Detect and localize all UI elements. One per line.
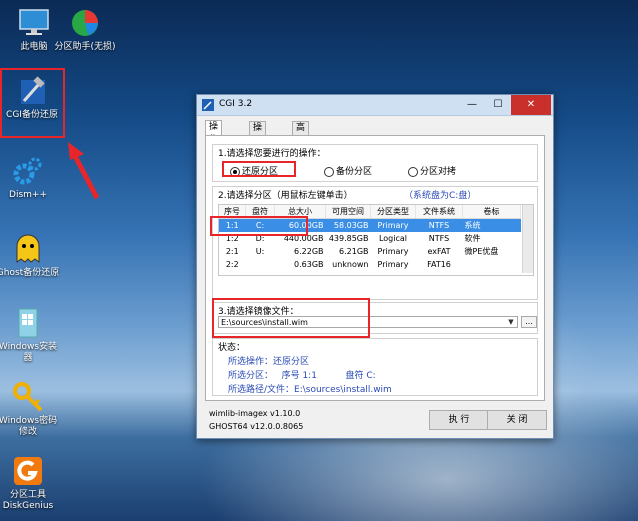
cell-label	[463, 258, 521, 271]
status-path: 所选路径/文件：E:\sources\install.wim	[228, 385, 392, 395]
desktop-icon-label: Windows安装器	[0, 342, 58, 363]
gears-icon	[11, 154, 45, 188]
radio-copy-partition[interactable]: 分区对拷	[408, 164, 456, 177]
desktop-icon-label: 分区助手(无损)	[54, 42, 116, 52]
cell-free: 6.21GB	[339, 247, 369, 256]
cell-type: Primary	[370, 218, 416, 232]
desktop-icon-ghost[interactable]: Ghost备份还原	[0, 232, 60, 279]
col-filesystem[interactable]: 文件系统	[415, 205, 463, 219]
desktop-icon-label: Ghost备份还原	[0, 268, 60, 278]
highlight-image-path	[212, 298, 370, 338]
cell-type: Primary	[377, 260, 409, 269]
partition-table: 序号 盘符 总大小 可用空间 分区类型 文件系统 卷标 1:1 C: 60.00…	[219, 205, 521, 271]
close-window-button[interactable]: ✕	[511, 95, 551, 115]
computer-icon	[17, 6, 51, 40]
cell-filesystem: exFAT	[427, 247, 451, 256]
radio-dot	[324, 166, 334, 177]
cell-free: 58.03GB	[325, 218, 371, 232]
cell-label: 软件	[464, 234, 481, 243]
cell-label: 系统	[462, 218, 521, 232]
diskgenius-icon	[11, 454, 45, 488]
close-button[interactable]: 关 闭	[487, 410, 547, 430]
cell-free: unknown	[332, 260, 369, 269]
cell-index: 2:2	[225, 260, 239, 269]
desktop-icon-diskgenius[interactable]: 分区工具DiskGenius	[0, 454, 60, 512]
cell-type: Logical	[378, 234, 408, 243]
cell-drive	[246, 258, 275, 271]
cell-free: 439.85GB	[328, 234, 369, 243]
cell-filesystem: FAT16	[427, 260, 451, 269]
cell-index: 2:1	[225, 247, 239, 256]
partition-assistant-icon	[68, 6, 102, 40]
desktop-icon-password[interactable]: Windows密码修改	[0, 380, 60, 438]
radio-dot	[408, 166, 418, 177]
cell-total: 6.22GB	[294, 247, 324, 256]
tab-partition-operation[interactable]: 操作分区	[205, 120, 223, 171]
radio-backup-partition[interactable]: 备份分区	[324, 164, 372, 177]
minimize-button[interactable]: —	[459, 95, 485, 115]
tab-disk-operation[interactable]: 操作硬盘	[249, 121, 267, 172]
maximize-button[interactable]: ☐	[485, 95, 511, 115]
ghost-icon	[11, 232, 45, 266]
operation-title: 1.请选择您要进行的操作：	[218, 146, 326, 159]
title-bar[interactable]: CGI 3.2 — ☐ ✕	[197, 95, 553, 116]
keys-icon	[11, 380, 45, 414]
table-scrollbar[interactable]	[522, 205, 533, 273]
tab-advanced[interactable]: 高 级	[292, 121, 310, 146]
cell-drive: U:	[255, 247, 265, 256]
cell-type: Primary	[377, 247, 409, 256]
red-arrow-pointer	[68, 142, 100, 200]
cell-filesystem: NTFS	[415, 218, 463, 232]
cell-label: 微PE优盘	[464, 247, 499, 256]
desktop-icon-partition-assistant[interactable]: 分区助手(无损)	[52, 6, 118, 53]
desktop-icon-windows-installer[interactable]: Windows安装器	[0, 306, 60, 364]
cell-filesystem: NTFS	[428, 234, 450, 243]
tab-panel: 1.请选择您要进行的操作： 还原分区 备份分区 分区对拷 2.请选择分区（用鼠标…	[205, 135, 545, 401]
status-partition: 所选分区： 序号 1:1 盘符 C:	[228, 371, 376, 381]
desktop-icon-label: 分区工具DiskGenius	[2, 490, 54, 511]
app-icon	[202, 99, 214, 111]
table-row[interactable]: 2:1 U: 6.22GB 6.21GB Primary exFAT 微PE优盘	[219, 245, 521, 258]
windows-installer-icon	[11, 306, 45, 340]
col-label[interactable]: 卷标	[462, 205, 521, 219]
system-disk-note: （系统盘为C:盘）	[404, 188, 477, 201]
cell-total: 0.63GB	[294, 260, 324, 269]
table-row[interactable]: 2:2 0.63GB unknown Primary FAT16	[219, 258, 521, 271]
status-title: 状态：	[218, 340, 246, 353]
chevron-down-icon[interactable]: ▼	[505, 317, 517, 327]
ghost-version: GHOST64 v12.0.0.8065	[209, 422, 304, 431]
desktop-icon-label: Windows密码修改	[0, 416, 58, 437]
browse-button[interactable]: ...	[521, 316, 537, 328]
status-operation: 所选操作：还原分区	[228, 357, 310, 367]
highlight-restore-option	[222, 161, 296, 177]
desktop-icon-label: Dism++	[9, 190, 47, 200]
execute-button[interactable]: 执 行	[429, 410, 489, 430]
desktop-icon-dism[interactable]: Dism++	[0, 154, 60, 201]
col-free[interactable]: 可用空间	[325, 205, 371, 219]
col-type[interactable]: 分区类型	[370, 205, 416, 219]
highlight-cgi-icon	[0, 68, 65, 138]
cgi-window: CGI 3.2 — ☐ ✕ 操作分区 操作硬盘 高 级 1.请选择您要进行的操作…	[196, 94, 554, 439]
window-title: CGI 3.2	[219, 99, 253, 109]
partition-title: 2.请选择分区（用鼠标左键单击）	[218, 188, 353, 201]
highlight-selected-row	[210, 216, 308, 236]
wimlib-version: wimlib-imagex v1.10.0	[209, 409, 301, 418]
